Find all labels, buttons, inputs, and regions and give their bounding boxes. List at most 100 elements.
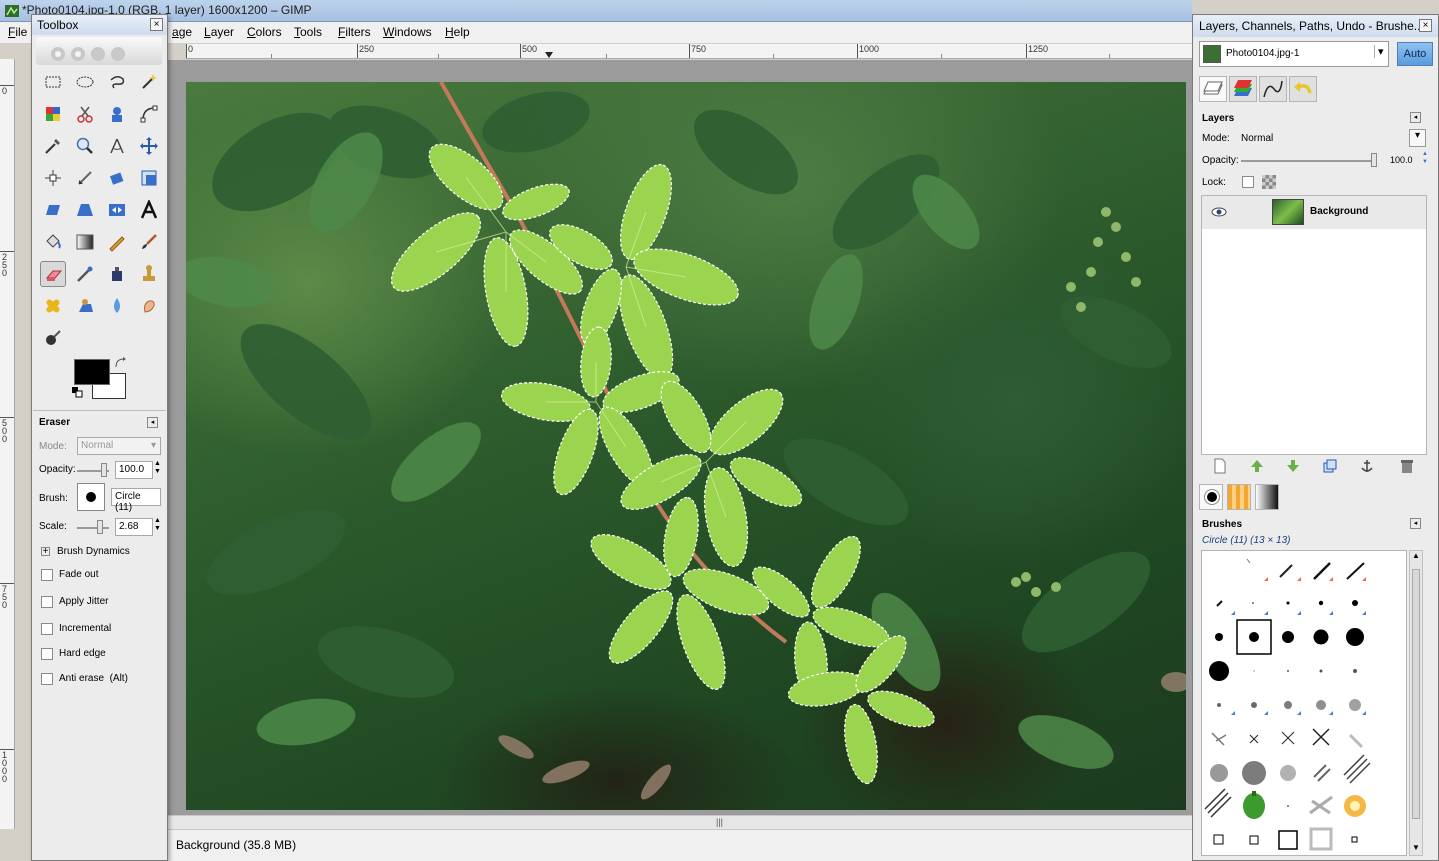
chevron-down-icon[interactable]: ▾ bbox=[1374, 45, 1384, 58]
lock-pixels-checkbox[interactable] bbox=[1242, 176, 1254, 188]
scroll-grip-icon[interactable]: ||| bbox=[716, 817, 723, 827]
lower-layer-icon[interactable] bbox=[1285, 458, 1301, 474]
eraser-tool[interactable] bbox=[40, 261, 66, 287]
measure-tool[interactable] bbox=[104, 133, 130, 159]
raise-layer-icon[interactable] bbox=[1249, 458, 1265, 474]
spin-down-icon[interactable]: ▼ bbox=[154, 468, 161, 475]
scale-slider[interactable] bbox=[77, 527, 109, 529]
menu-colors[interactable]: Colors bbox=[247, 25, 282, 39]
brush-name-field[interactable]: Circle (11) bbox=[111, 488, 161, 513]
fuzzy-select-tool[interactable] bbox=[136, 69, 162, 95]
chevron-down-icon[interactable]: ▾ bbox=[1409, 129, 1426, 147]
brush-dynamics-expander[interactable]: Brush Dynamics bbox=[57, 546, 130, 557]
image-selector[interactable]: Photo0104.jpg-1 ▾ bbox=[1199, 41, 1389, 67]
brush-preview-button[interactable] bbox=[77, 483, 105, 511]
fg-bg-color-swatch[interactable] bbox=[72, 357, 130, 407]
vertical-ruler[interactable]: 0 250 500 750 1000 bbox=[0, 59, 15, 829]
opacity-slider-knob[interactable] bbox=[101, 463, 107, 477]
fade-out-checkbox[interactable] bbox=[41, 569, 53, 581]
shear-tool[interactable] bbox=[40, 197, 66, 223]
panel-menu-icon[interactable]: ◂ bbox=[147, 417, 158, 428]
brushes-scrollbar[interactable]: ▲ ▼ bbox=[1409, 550, 1423, 856]
perspective-clone-tool[interactable] bbox=[72, 293, 98, 319]
move-tool[interactable] bbox=[136, 133, 162, 159]
menu-layer[interactable]: Layer bbox=[204, 25, 234, 39]
apply-jitter-checkbox[interactable] bbox=[41, 596, 53, 608]
airbrush-tool[interactable] bbox=[72, 261, 98, 287]
pencil-tool[interactable] bbox=[104, 229, 130, 255]
menu-image[interactable]: age bbox=[172, 25, 192, 39]
brushes-tab[interactable] bbox=[1199, 484, 1223, 510]
align-tool[interactable] bbox=[40, 165, 66, 191]
ink-tool[interactable] bbox=[104, 261, 130, 287]
patterns-tab[interactable] bbox=[1227, 484, 1251, 510]
anti-erase-checkbox[interactable] bbox=[41, 673, 53, 685]
layer-opacity-knob[interactable] bbox=[1371, 153, 1377, 167]
zoom-tool[interactable] bbox=[72, 133, 98, 159]
paths-tab[interactable] bbox=[1259, 76, 1287, 102]
duplicate-layer-icon[interactable] bbox=[1322, 458, 1338, 474]
spin-up-icon[interactable]: ▲ bbox=[154, 517, 161, 524]
swap-colors-icon[interactable] bbox=[114, 357, 128, 369]
wilber-logo-drop-area[interactable] bbox=[36, 37, 162, 65]
delete-layer-icon[interactable] bbox=[1399, 458, 1415, 474]
spin-up-icon[interactable]: ▲ bbox=[154, 460, 161, 467]
menu-help[interactable]: Help bbox=[445, 25, 470, 39]
ellipse-select-tool[interactable] bbox=[72, 69, 98, 95]
clone-tool[interactable] bbox=[136, 261, 162, 287]
paths-tool[interactable] bbox=[136, 101, 162, 127]
blur-sharpen-tool[interactable] bbox=[104, 293, 130, 319]
default-colors-icon[interactable] bbox=[72, 387, 84, 399]
layer-row[interactable]: Background bbox=[1202, 196, 1426, 229]
dodge-burn-tool[interactable] bbox=[40, 325, 66, 351]
crop-tool[interactable] bbox=[72, 165, 98, 191]
spin-down-icon[interactable]: ▼ bbox=[1422, 159, 1428, 165]
color-picker-tool[interactable] bbox=[40, 133, 66, 159]
scroll-up-icon[interactable]: ▲ bbox=[1412, 551, 1420, 560]
spin-up-icon[interactable]: ▲ bbox=[1422, 151, 1428, 157]
horizontal-ruler[interactable]: 0 250 500 750 1000 1250 bbox=[186, 44, 1192, 59]
spin-down-icon[interactable]: ▼ bbox=[154, 525, 161, 532]
close-icon[interactable]: × bbox=[150, 18, 163, 31]
expand-plus-icon[interactable]: + bbox=[41, 547, 50, 557]
new-layer-icon[interactable] bbox=[1212, 458, 1228, 474]
panel-menu-icon[interactable]: ◂ bbox=[1410, 518, 1421, 529]
undo-tab[interactable] bbox=[1289, 76, 1317, 102]
auto-button[interactable]: Auto bbox=[1397, 42, 1433, 66]
lock-alpha-icon[interactable] bbox=[1262, 175, 1276, 189]
blend-tool[interactable] bbox=[72, 229, 98, 255]
anchor-layer-icon[interactable] bbox=[1359, 458, 1375, 474]
perspective-tool[interactable] bbox=[72, 197, 98, 223]
paintbrush-tool[interactable] bbox=[136, 229, 162, 255]
smudge-tool[interactable] bbox=[136, 293, 162, 319]
brush-grid[interactable] bbox=[1201, 550, 1407, 856]
menu-filters[interactable]: Filters bbox=[338, 25, 371, 39]
scroll-thumb[interactable] bbox=[1412, 569, 1420, 819]
layers-tab[interactable] bbox=[1199, 76, 1227, 102]
eye-visibility-icon[interactable] bbox=[1211, 206, 1227, 218]
scale-tool[interactable] bbox=[136, 165, 162, 191]
flip-tool[interactable] bbox=[104, 197, 130, 223]
foreground-color[interactable] bbox=[74, 359, 110, 385]
rect-select-tool[interactable] bbox=[40, 69, 66, 95]
layer-mode-value[interactable]: Normal bbox=[1241, 133, 1273, 144]
layer-opacity-value[interactable]: 100.0 bbox=[1390, 155, 1413, 165]
foreground-select-tool[interactable] bbox=[104, 101, 130, 127]
scale-field[interactable]: 2.68 bbox=[115, 518, 153, 536]
image-canvas[interactable] bbox=[186, 82, 1186, 810]
menu-tools[interactable]: Tools bbox=[294, 25, 322, 39]
layers-list[interactable]: Background bbox=[1201, 195, 1427, 455]
panel-menu-icon[interactable]: ◂ bbox=[1410, 112, 1421, 123]
scissors-tool[interactable] bbox=[72, 101, 98, 127]
free-select-tool[interactable] bbox=[104, 69, 130, 95]
gradients-tab[interactable] bbox=[1255, 484, 1279, 510]
menu-file[interactable]: File bbox=[8, 25, 27, 39]
layer-opacity-slider[interactable] bbox=[1241, 160, 1371, 162]
scale-slider-knob[interactable] bbox=[97, 520, 103, 534]
channels-tab[interactable] bbox=[1229, 76, 1257, 102]
menu-windows[interactable]: Windows bbox=[383, 25, 432, 39]
horizontal-scrollbar[interactable]: ||| bbox=[166, 815, 1192, 829]
opacity-field[interactable]: 100.0 bbox=[115, 461, 153, 479]
hard-edge-checkbox[interactable] bbox=[41, 648, 53, 660]
rotate-tool[interactable] bbox=[104, 165, 130, 191]
